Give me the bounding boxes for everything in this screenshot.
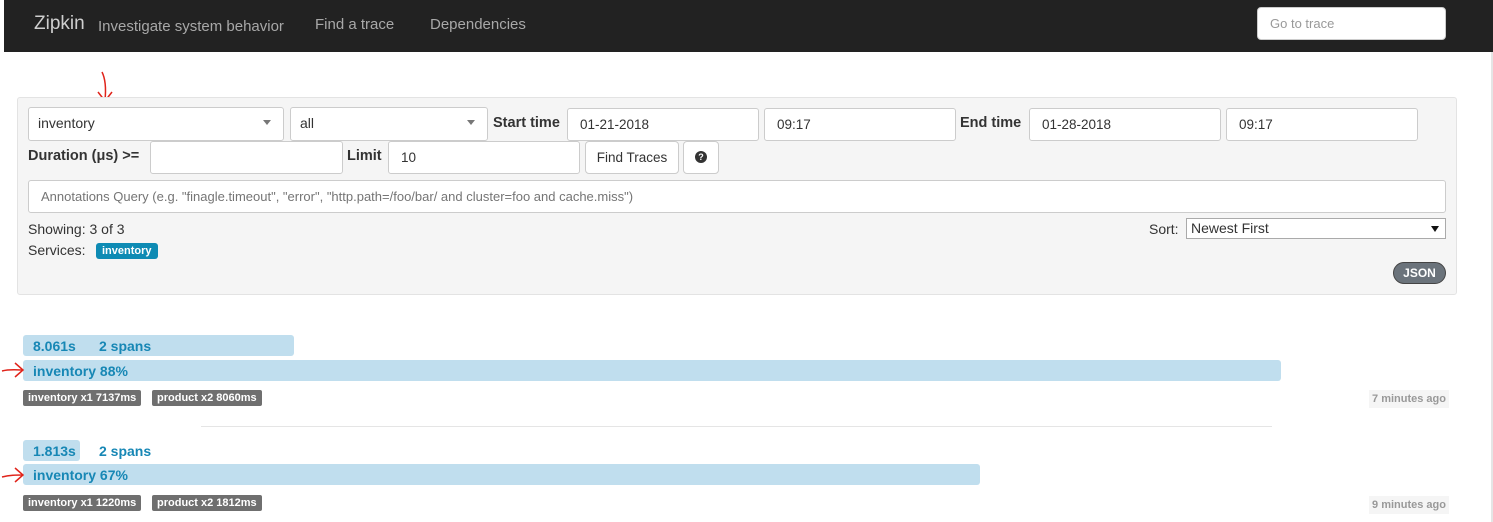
trace-item[interactable]: 8.061s 2 spans inventory 88% inventory x… — [0, 335, 1493, 410]
chevron-down-icon — [263, 120, 271, 125]
duration-label: Duration (μs) >= — [28, 148, 140, 164]
end-date-input[interactable] — [1029, 108, 1221, 141]
start-date-input[interactable] — [567, 108, 759, 141]
service-duration-tag: inventory x1 1220ms — [23, 495, 142, 511]
service-percentage-bar — [23, 464, 980, 485]
help-button[interactable]: ? — [683, 141, 719, 174]
navbar-left-edge — [0, 0, 4, 52]
json-button[interactable]: JSON — [1393, 262, 1446, 284]
service-duration-tag: product x2 8060ms — [152, 390, 262, 406]
trace-item[interactable]: 1.813s 2 spans inventory 67% inventory x… — [0, 440, 1493, 515]
service-badge-inventory[interactable]: inventory — [96, 243, 158, 259]
trace-span-count: 2 spans — [99, 443, 152, 459]
start-time-label: Start time — [493, 115, 560, 131]
nav-find-a-trace[interactable]: Find a trace — [315, 16, 394, 33]
trace-duration: 1.813s — [33, 443, 76, 459]
trace-span-count: 2 spans — [99, 338, 152, 354]
limit-input[interactable] — [388, 141, 580, 174]
service-percentage-label: inventory 88% — [33, 363, 128, 379]
sort-select-value: Newest First — [1191, 220, 1269, 236]
service-duration-tag: inventory x1 7137ms — [23, 390, 142, 406]
start-time-input[interactable] — [764, 108, 956, 141]
duration-input[interactable] — [150, 141, 343, 174]
annotation-arrow-right-icon — [1, 467, 25, 483]
end-time-label: End time — [960, 115, 1022, 131]
find-traces-button[interactable]: Find Traces — [585, 141, 679, 174]
trace-timestamp: 9 minutes ago — [1369, 496, 1449, 514]
service-duration-tag: product x2 1812ms — [152, 495, 262, 511]
showing-count: Showing: 3 of 3 — [28, 221, 125, 237]
chevron-down-icon — [467, 120, 475, 125]
service-percentage-bar — [23, 360, 1281, 381]
brand-tagline: Investigate system behavior — [98, 18, 284, 35]
service-select-value: inventory — [38, 115, 95, 131]
top-navbar: Zipkin Investigate system behavior Find … — [0, 0, 1493, 52]
span-select-value: all — [300, 115, 315, 131]
limit-label: Limit — [347, 148, 382, 164]
chevron-down-icon — [1431, 226, 1439, 232]
sort-label: Sort: — [1149, 221, 1179, 237]
nav-dependencies[interactable]: Dependencies — [430, 16, 526, 33]
end-time-input[interactable] — [1226, 108, 1418, 141]
services-label: Services: — [28, 242, 86, 258]
trace-duration: 8.061s — [33, 338, 76, 354]
trace-divider — [201, 426, 1272, 427]
service-percentage-label: inventory 67% — [33, 467, 128, 483]
question-circle-icon: ? — [695, 151, 707, 163]
span-name-select[interactable]: all — [290, 107, 488, 141]
annotation-arrow-right-icon — [1, 362, 25, 378]
annotations-query-input[interactable] — [28, 180, 1446, 213]
go-to-trace-input[interactable] — [1257, 7, 1446, 40]
sort-select[interactable]: Newest First — [1186, 218, 1446, 239]
trace-timestamp: 7 minutes ago — [1369, 390, 1449, 408]
service-select[interactable]: inventory — [28, 107, 284, 141]
brand-logo[interactable]: Zipkin — [34, 13, 85, 35]
